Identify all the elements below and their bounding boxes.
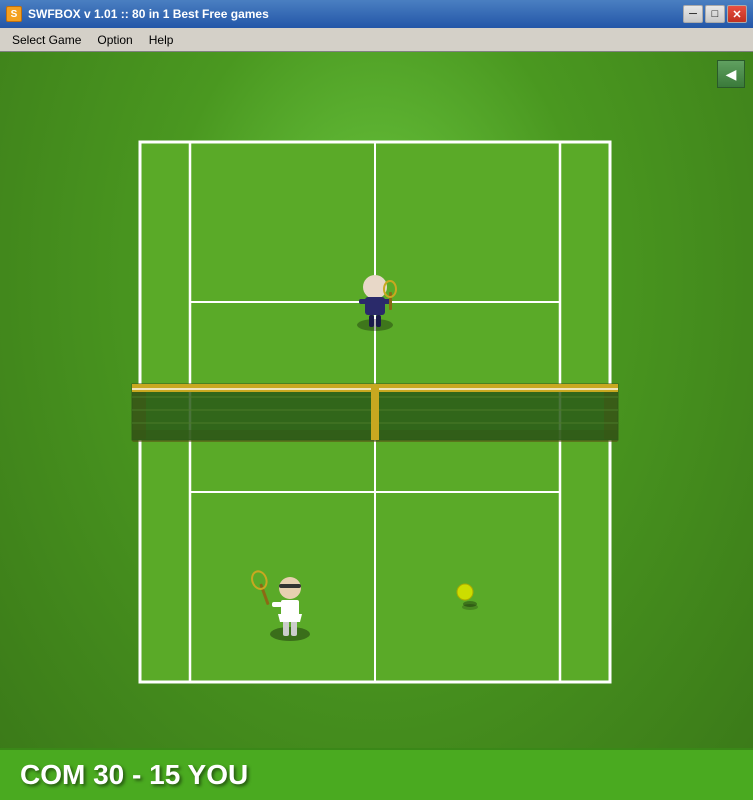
menu-bar: Select Game Option Help: [0, 28, 753, 52]
window-title: SWFBOX v 1.01 :: 80 in 1 Best Free games: [28, 7, 269, 21]
menu-help[interactable]: Help: [141, 31, 182, 49]
score-display: COM 30 - 15 YOU: [20, 759, 248, 791]
maximize-button[interactable]: □: [705, 5, 725, 23]
back-button[interactable]: ◀: [717, 60, 745, 88]
score-bar: COM 30 - 15 YOU: [0, 748, 753, 800]
window-controls: ─ □ ✕: [683, 5, 747, 23]
title-bar-left: S SWFBOX v 1.01 :: 80 in 1 Best Free gam…: [6, 6, 269, 22]
menu-option[interactable]: Option: [89, 31, 140, 49]
app-icon: S: [6, 6, 22, 22]
court-svg: [110, 112, 640, 712]
menu-select-game[interactable]: Select Game: [4, 31, 89, 49]
tennis-court: [110, 112, 640, 712]
minimize-button[interactable]: ─: [683, 5, 703, 23]
title-bar: S SWFBOX v 1.01 :: 80 in 1 Best Free gam…: [0, 0, 753, 28]
game-area[interactable]: ◀: [0, 52, 753, 800]
back-icon: ◀: [726, 66, 737, 83]
close-button[interactable]: ✕: [727, 5, 747, 23]
